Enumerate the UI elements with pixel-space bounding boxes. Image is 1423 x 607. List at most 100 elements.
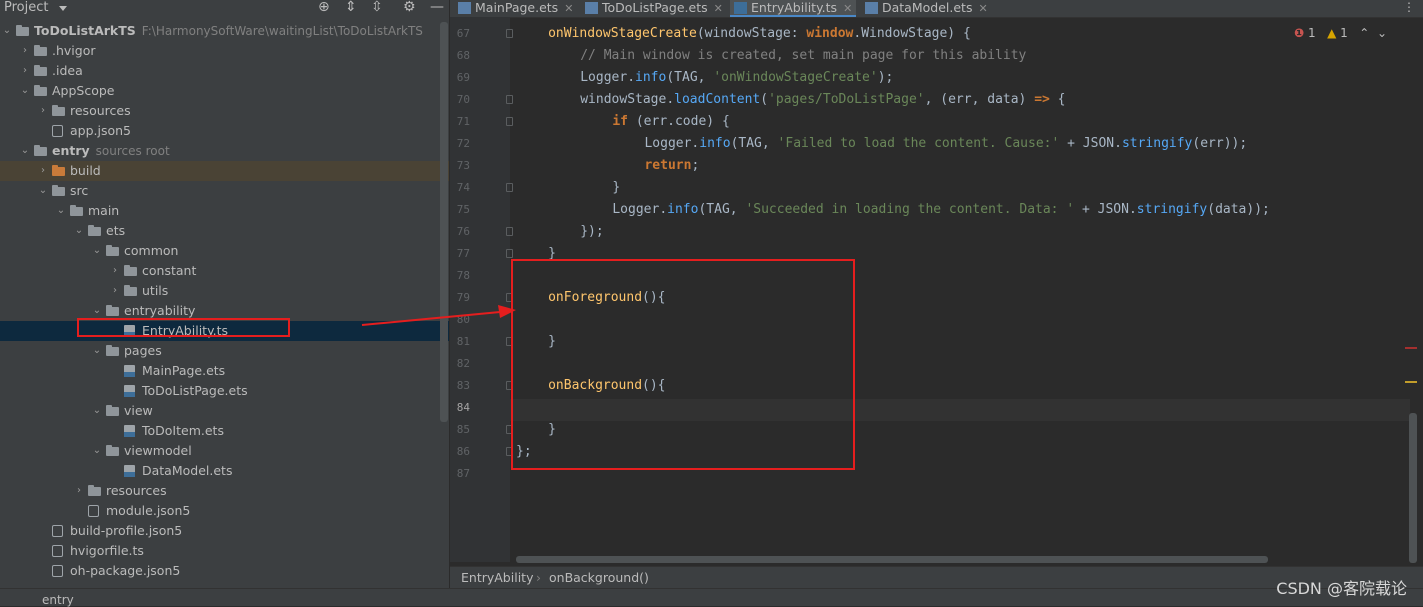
tree-item[interactable]: › .idea bbox=[0, 61, 449, 81]
code-line[interactable]: } bbox=[516, 179, 620, 201]
tree-item[interactable]: ⌄ viewmodel bbox=[0, 441, 449, 461]
chevron-right-icon[interactable]: › bbox=[20, 61, 30, 81]
tree-item[interactable]: ⌄ pages bbox=[0, 341, 449, 361]
chevron-down-icon[interactable]: ⌄ bbox=[20, 81, 30, 101]
chevron-right-icon[interactable]: › bbox=[38, 161, 48, 181]
chevron-down-icon[interactable]: ⌄ bbox=[92, 401, 102, 421]
tree-item-label: view bbox=[124, 403, 153, 418]
tab-entryability[interactable]: EntryAbility.ts ✕ bbox=[730, 0, 857, 17]
chevron-right-icon[interactable]: › bbox=[110, 261, 120, 281]
code-line[interactable]: // Main window is created, set main page… bbox=[516, 47, 1026, 69]
tab-label: EntryAbility.ts bbox=[751, 0, 838, 15]
code-line[interactable]: }); bbox=[516, 223, 603, 245]
tree-item[interactable]: ToDoListPage.ets bbox=[0, 381, 449, 401]
chevron-right-icon[interactable]: › bbox=[20, 41, 30, 61]
code-line[interactable]: onWindowStageCreate(windowStage: window.… bbox=[516, 25, 971, 47]
chevron-down-icon[interactable]: ⌄ bbox=[20, 141, 30, 161]
tree-item[interactable]: oh-package.json5 bbox=[0, 561, 449, 581]
folder-icon bbox=[52, 105, 65, 116]
close-icon[interactable]: ✕ bbox=[978, 2, 987, 15]
code-line[interactable]: Logger.info(TAG, 'Failed to load the con… bbox=[516, 135, 1247, 157]
project-scrollbar[interactable] bbox=[440, 22, 448, 422]
gear-icon[interactable]: ⚙ bbox=[403, 0, 416, 15]
chevron-down-icon[interactable]: ⌄ bbox=[1377, 26, 1387, 40]
tree-item[interactable]: ⌄ ToDoListArkTS F:\HarmonySoftWare\waiting… bbox=[0, 21, 449, 41]
tree-item[interactable]: ⌄ entry sources root bbox=[0, 141, 449, 161]
chevron-down-icon[interactable]: ⌄ bbox=[92, 341, 102, 361]
tree-item[interactable]: › resources bbox=[0, 481, 449, 501]
chevron-down-icon[interactable]: ⌄ bbox=[38, 181, 48, 201]
tree-item-label: ToDoItem.ets bbox=[142, 423, 224, 438]
line-number: 69 bbox=[456, 71, 470, 84]
hide-icon[interactable]: — bbox=[430, 0, 444, 15]
code-line[interactable]: Logger.info(TAG, 'onWindowStageCreate'); bbox=[516, 69, 893, 91]
tree-item[interactable]: ⌄ AppScope bbox=[0, 81, 449, 101]
tree-item-label: oh-package.json5 bbox=[70, 563, 181, 578]
warning-stripe-marker[interactable] bbox=[1405, 381, 1417, 383]
tree-item[interactable]: › build bbox=[0, 161, 449, 181]
chevron-down-icon[interactable]: ⌄ bbox=[74, 221, 84, 241]
tree-item[interactable]: DataModel.ets bbox=[0, 461, 449, 481]
tree-item[interactable]: hvigorfile.ts bbox=[0, 541, 449, 561]
tree-item-label: resources bbox=[106, 483, 167, 498]
line-number: 78 bbox=[456, 269, 470, 282]
editor-vertical-scrollbar[interactable] bbox=[1409, 413, 1417, 563]
tree-item[interactable]: ⌄ main bbox=[0, 201, 449, 221]
close-icon[interactable]: ✕ bbox=[564, 2, 573, 15]
editor-horizontal-scrollbar[interactable] bbox=[516, 556, 1268, 563]
tab-mainpage[interactable]: MainPage.ets ✕ bbox=[458, 0, 573, 17]
folder-icon bbox=[106, 345, 119, 356]
tree-item-label: MainPage.ets bbox=[142, 363, 226, 378]
tree-item[interactable]: build-profile.json5 bbox=[0, 521, 449, 541]
close-icon[interactable]: ✕ bbox=[843, 2, 852, 15]
tree-item[interactable]: › constant bbox=[0, 261, 449, 281]
tree-item[interactable]: ⌄ common bbox=[0, 241, 449, 261]
folder-icon bbox=[88, 485, 101, 496]
tree-item[interactable]: › .hvigor bbox=[0, 41, 449, 61]
tabs-menu-icon[interactable]: ⋮ bbox=[1403, 0, 1415, 14]
chevron-right-icon[interactable]: › bbox=[38, 101, 48, 121]
tree-item-label: build bbox=[70, 163, 101, 178]
tree-item[interactable]: app.json5 bbox=[0, 121, 449, 141]
close-icon[interactable]: ✕ bbox=[714, 2, 723, 15]
chevron-down-icon[interactable] bbox=[59, 6, 67, 11]
tree-item[interactable]: module.json5 bbox=[0, 501, 449, 521]
folder-icon bbox=[70, 205, 83, 216]
tab-todolistpage[interactable]: ToDoListPage.ets ✕ bbox=[585, 0, 723, 17]
tree-item[interactable]: ⌄ src bbox=[0, 181, 449, 201]
code-line[interactable]: if (err.code) { bbox=[516, 113, 729, 135]
ets-file-icon bbox=[124, 465, 135, 477]
chevron-down-icon[interactable]: ⌄ bbox=[56, 201, 66, 221]
tree-item-label: pages bbox=[124, 343, 162, 358]
chevron-up-icon[interactable]: ⌃ bbox=[1359, 26, 1369, 40]
project-view-selector[interactable]: Project bbox=[4, 0, 48, 16]
code-line[interactable]: windowStage.loadContent('pages/ToDoListP… bbox=[516, 91, 1065, 113]
code-line[interactable]: return; bbox=[516, 157, 699, 179]
line-number: 84 bbox=[456, 401, 470, 414]
tree-item[interactable]: ⌄ view bbox=[0, 401, 449, 421]
file-type-badge bbox=[124, 472, 135, 477]
folder-icon bbox=[34, 85, 47, 96]
chevron-down-icon[interactable]: ⌄ bbox=[92, 241, 102, 261]
locate-icon[interactable]: ⊕ bbox=[318, 0, 330, 15]
collapse-all-icon[interactable]: ⇳ bbox=[371, 0, 383, 15]
tree-item[interactable]: ⌄ ets bbox=[0, 221, 449, 241]
ets-file-icon bbox=[585, 2, 598, 14]
tree-item[interactable]: › resources bbox=[0, 101, 449, 121]
chevron-down-icon[interactable]: ⌄ bbox=[2, 21, 12, 41]
tree-item[interactable]: ToDoItem.ets bbox=[0, 421, 449, 441]
inspection-widget[interactable]: ❶ 1 ▲ 1 ⌃ ⌄ bbox=[1294, 26, 1387, 40]
tab-label: MainPage.ets bbox=[475, 0, 559, 15]
chevron-right-icon[interactable]: › bbox=[110, 281, 120, 301]
expand-all-icon[interactable]: ⇕ bbox=[345, 0, 357, 15]
folder-icon bbox=[88, 225, 101, 236]
error-stripe-marker[interactable] bbox=[1405, 347, 1417, 349]
code-line[interactable]: Logger.info(TAG, 'Succeeded in loading t… bbox=[516, 201, 1270, 223]
chevron-right-icon[interactable]: › bbox=[74, 481, 84, 501]
breadcrumb-item[interactable]: EntryAbility bbox=[461, 570, 533, 585]
tree-item[interactable]: MainPage.ets bbox=[0, 361, 449, 381]
tree-item[interactable]: › utils bbox=[0, 281, 449, 301]
tab-datamodel[interactable]: DataModel.ets ✕ bbox=[865, 0, 988, 17]
chevron-down-icon[interactable]: ⌄ bbox=[92, 441, 102, 461]
breadcrumb-item[interactable]: onBackground() bbox=[549, 570, 649, 585]
